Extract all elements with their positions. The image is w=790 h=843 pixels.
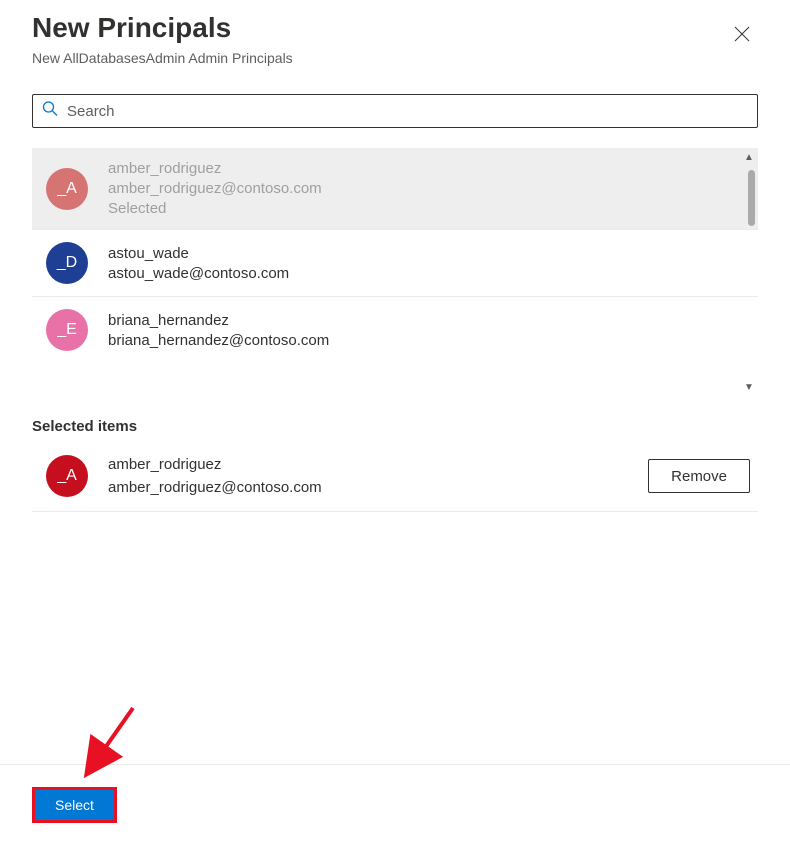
selected-email: amber_rodriguez@contoso.com [108,479,648,496]
avatar: _A [46,455,88,497]
select-button-highlight: Select [32,787,117,823]
page-title: New Principals [32,12,293,44]
selected-name: amber_rodriguez [108,456,648,473]
scrollbar[interactable]: ▲ ▼ [740,148,758,396]
close-button[interactable] [726,20,758,52]
scroll-down-icon[interactable]: ▼ [740,378,758,396]
scroll-up-icon[interactable]: ▲ [740,148,758,166]
principal-name: briana_hernandez [108,312,329,329]
search-input[interactable] [32,94,758,128]
principal-email: astou_wade@contoso.com [108,265,289,282]
principal-status: Selected [108,200,322,217]
select-button[interactable]: Select [35,790,114,820]
principal-email: amber_rodriguez@contoso.com [108,180,322,197]
selected-items-label: Selected items [32,418,758,435]
scroll-thumb[interactable] [748,170,755,226]
remove-button[interactable]: Remove [648,459,750,493]
principal-name: astou_wade [108,245,289,262]
close-icon [734,26,750,47]
avatar: _A [46,168,88,210]
results-list: _A amber_rodriguez amber_rodriguez@conto… [32,148,758,396]
list-item[interactable]: _D astou_wade astou_wade@contoso.com [32,230,758,297]
list-item[interactable]: _A amber_rodriguez amber_rodriguez@conto… [32,148,758,230]
avatar: _D [46,242,88,284]
principal-name: amber_rodriguez [108,160,322,177]
footer: Select [0,764,790,823]
principal-email: briana_hernandez@contoso.com [108,332,329,349]
list-item[interactable]: _E briana_hernandez briana_hernandez@con… [32,297,758,363]
avatar: _E [46,309,88,351]
page-subtitle: New AllDatabasesAdmin Admin Principals [32,50,293,66]
selected-item: _A amber_rodriguez amber_rodriguez@conto… [32,441,758,512]
